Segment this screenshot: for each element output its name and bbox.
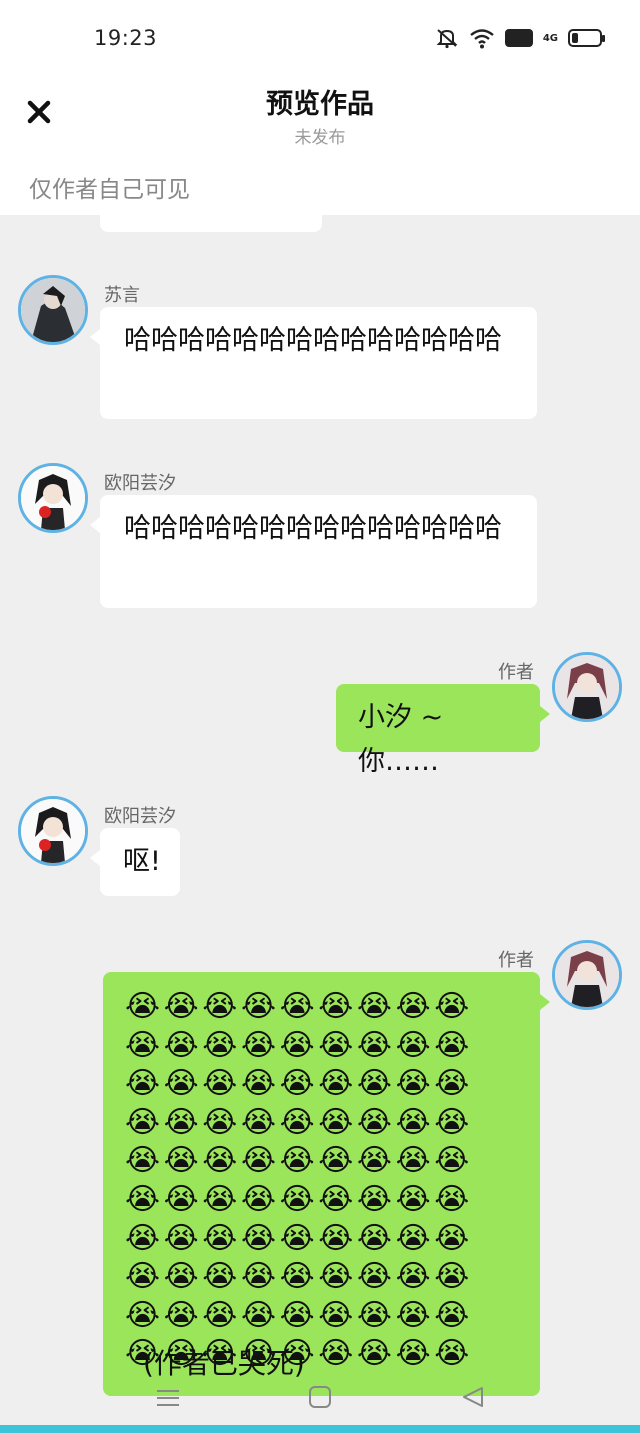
- author-avatar[interactable]: [552, 652, 622, 722]
- status-bar: 19:23 HD 4G: [0, 0, 640, 70]
- sender-name: 作者: [498, 950, 534, 971]
- author-avatar[interactable]: [552, 940, 622, 1010]
- message-bubble: 😭😭😭😭😭😭😭😭😭😭😭😭😭😭😭😭😭😭😭😭😭😭😭😭😭😭😭😭😭😭😭😭😭😭😭😭😭😭😭😭…: [103, 972, 550, 1396]
- navigation-bar: [0, 1372, 640, 1422]
- header: 预览作品 未发布 仅作者自己可见: [0, 70, 640, 215]
- wifi-icon: [470, 29, 494, 49]
- signal-icon: 4G: [543, 27, 558, 49]
- avatar-image: [555, 943, 619, 1007]
- message-text: 呕!: [123, 846, 161, 877]
- sender-name: 作者: [498, 662, 534, 683]
- avatar[interactable]: [18, 796, 88, 866]
- network-type: 4G: [542, 33, 558, 44]
- sender-name: 欧阳芸汐: [104, 806, 176, 827]
- message-bubble: 呕!: [90, 828, 180, 896]
- back-icon[interactable]: [458, 1382, 488, 1412]
- avatar-image: [21, 278, 85, 342]
- message-text: 哈哈哈哈哈哈哈哈哈哈哈哈哈哈: [124, 325, 502, 356]
- publish-status: 未发布: [294, 128, 346, 148]
- avatar[interactable]: [18, 275, 88, 345]
- message-bubble: 小汐 ~ 你……: [336, 684, 550, 777]
- avatar-image: [21, 466, 85, 530]
- page-title: 预览作品: [266, 89, 374, 120]
- visibility-note: 仅作者自己可见: [29, 177, 190, 203]
- previous-message-bubble: [100, 215, 322, 232]
- chat-area[interactable]: 苏言 哈哈哈哈哈哈哈哈哈哈哈哈哈哈 欧阳芸汐 哈哈哈哈哈哈哈哈哈哈哈哈哈哈 作者…: [0, 215, 640, 1425]
- status-time: 19:23: [94, 26, 158, 50]
- battery-icon: [568, 29, 605, 47]
- bottom-accent-strip: [0, 1425, 640, 1433]
- sender-name: 苏言: [104, 285, 140, 306]
- avatar-image: [21, 799, 85, 863]
- message-text: 小汐 ~ 你……: [358, 702, 444, 777]
- hd-badge: HD: [505, 29, 533, 47]
- mute-bell-icon: [436, 29, 458, 49]
- sender-name: 欧阳芸汐: [104, 473, 176, 494]
- avatar-image: [555, 655, 619, 719]
- crying-emoji-grid: 😭😭😭😭😭😭😭😭😭😭😭😭😭😭😭😭😭😭😭😭😭😭😭😭😭😭😭😭😭😭😭😭😭😭😭😭😭😭😭😭…: [125, 989, 473, 1372]
- menu-icon[interactable]: [153, 1382, 183, 1412]
- avatar[interactable]: [18, 463, 88, 533]
- message-text: 哈哈哈哈哈哈哈哈哈哈哈哈哈哈: [124, 513, 502, 544]
- home-icon[interactable]: [305, 1382, 335, 1412]
- status-icons: HD 4G: [435, 27, 605, 49]
- message-bubble: 哈哈哈哈哈哈哈哈哈哈哈哈哈哈: [90, 307, 537, 419]
- message-bubble: 哈哈哈哈哈哈哈哈哈哈哈哈哈哈: [90, 495, 537, 608]
